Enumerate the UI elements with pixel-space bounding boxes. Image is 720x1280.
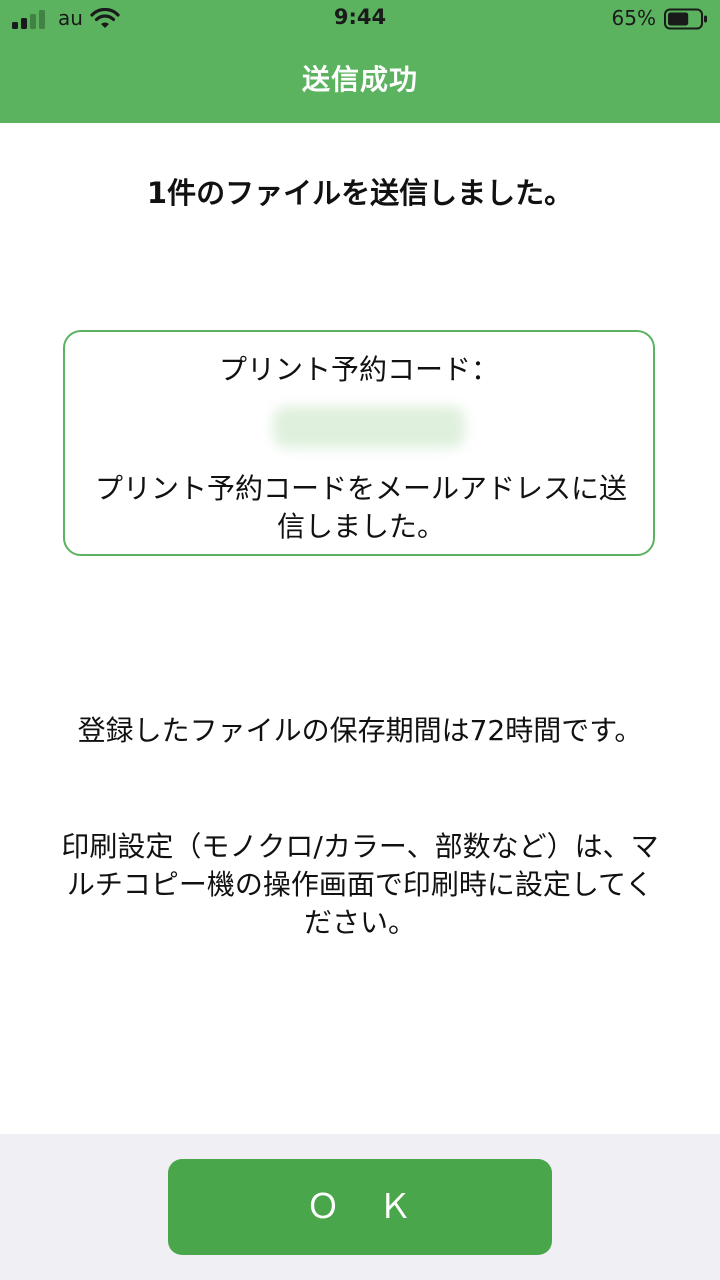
ok-button[interactable]: Ｏ Ｋ [168, 1159, 552, 1255]
send-success-screen: au 9:44 65% 送信成功 1件のファイルを送信しました。 プリント予約コ… [0, 0, 720, 1280]
battery-icon [664, 8, 707, 30]
print-reservation-code-box: プリント予約コード： プリント予約コードをメールアドレスに送信しました。 [63, 330, 655, 556]
top-bar: au 9:44 65% 送信成功 [0, 0, 720, 123]
retention-period-text: 登録したファイルの保存期間は72時間です。 [77, 714, 643, 747]
code-emailed-note: プリント予約コードをメールアドレスに送信しました。 [94, 472, 627, 543]
print-reservation-code-label: プリント予約コード： [218, 353, 499, 386]
footer-bar: Ｏ Ｋ [0, 1134, 720, 1280]
battery-percent: 65% [611, 6, 656, 30]
success-message: 1件のファイルを送信しました。 [146, 176, 574, 210]
status-bar: au 9:44 65% [0, 0, 720, 40]
print-settings-text: 印刷設定（モノクロ/カラー、部数など）は、マルチコピー機の操作画面で印刷時に設定… [61, 830, 659, 939]
print-reservation-code-value [273, 406, 465, 448]
page-title: 送信成功 [301, 63, 418, 96]
